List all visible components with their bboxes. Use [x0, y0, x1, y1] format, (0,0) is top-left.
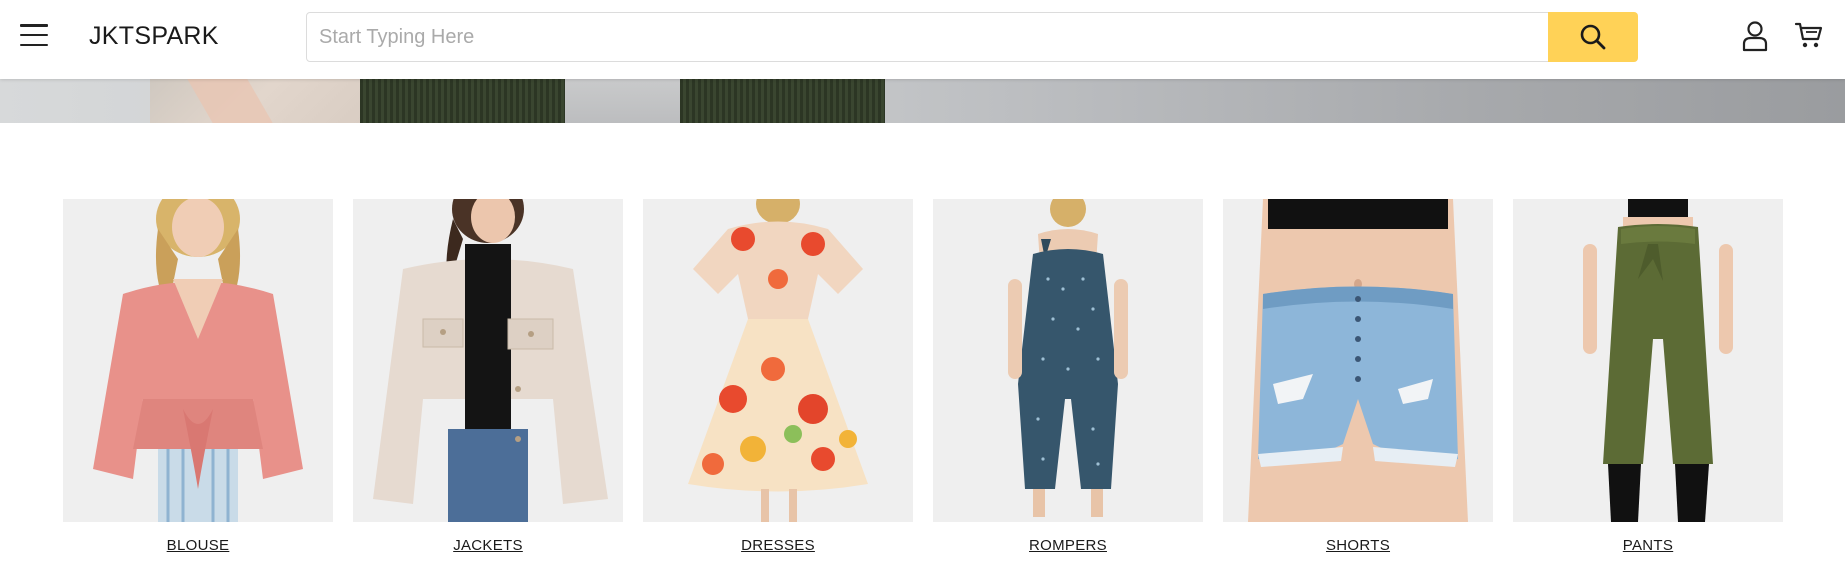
category-card-shorts[interactable]: SHORTS — [1223, 199, 1493, 554]
category-image-pants[interactable] — [1513, 199, 1783, 522]
category-card-blouse[interactable]: BLOUSE — [63, 199, 333, 554]
shorts-model-illustration — [1248, 199, 1468, 522]
user-icon — [1742, 21, 1768, 52]
romper-model-illustration — [1008, 199, 1128, 517]
category-image-dresses[interactable] — [643, 199, 913, 522]
category-card-pants[interactable]: PANTS — [1513, 199, 1783, 554]
blouse-model-illustration — [93, 199, 303, 522]
category-link-shorts[interactable]: SHORTS — [1223, 537, 1493, 554]
hamburger-menu-icon[interactable] — [20, 24, 48, 46]
hero-banner[interactable] — [0, 79, 1845, 123]
dress-model-illustration — [688, 199, 868, 522]
jacket-model-illustration — [373, 199, 608, 522]
site-header: JKTSPARK — [0, 0, 1845, 79]
search-bar — [306, 12, 1638, 62]
category-card-jackets[interactable]: JACKETS — [353, 199, 623, 554]
search-icon — [1580, 24, 1606, 50]
category-image-rompers[interactable] — [933, 199, 1203, 522]
cart-icon — [1794, 22, 1823, 48]
category-link-rompers[interactable]: ROMPERS — [933, 537, 1203, 554]
category-link-pants[interactable]: PANTS — [1513, 537, 1783, 554]
category-link-jackets[interactable]: JACKETS — [353, 537, 623, 554]
hero-gap — [565, 79, 680, 123]
search-input[interactable] — [307, 13, 1547, 61]
search-button[interactable] — [1548, 12, 1638, 62]
category-image-jackets[interactable] — [353, 199, 623, 522]
category-image-shorts[interactable] — [1223, 199, 1493, 522]
hero-pant-leg-left — [360, 79, 565, 123]
hero-pant-leg-right — [680, 79, 885, 123]
category-card-rompers[interactable]: ROMPERS — [933, 199, 1203, 554]
pants-model-illustration — [1583, 199, 1733, 522]
brand-logo[interactable]: JKTSPARK — [89, 22, 219, 51]
category-image-blouse[interactable] — [63, 199, 333, 522]
cart-button[interactable] — [1794, 20, 1824, 50]
account-button[interactable] — [1741, 20, 1769, 52]
category-card-dresses[interactable]: DRESSES — [643, 199, 913, 554]
category-link-dresses[interactable]: DRESSES — [643, 537, 913, 554]
category-link-blouse[interactable]: BLOUSE — [63, 537, 333, 554]
